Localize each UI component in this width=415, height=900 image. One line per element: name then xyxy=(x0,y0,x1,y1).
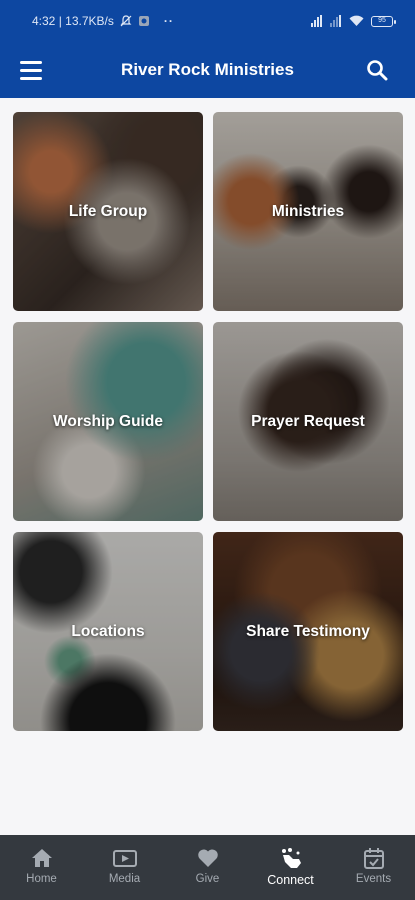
nav-label: Events xyxy=(355,873,392,885)
notification-icon xyxy=(138,15,150,27)
tile-label: Ministries xyxy=(271,202,345,220)
tile-prayer-request[interactable]: Prayer Request xyxy=(213,322,403,521)
tile-label: Life Group xyxy=(68,202,148,220)
signal-icon xyxy=(311,15,322,27)
overflow-dots: ·· xyxy=(163,14,174,28)
bottom-nav: Home Media Give Connect Events xyxy=(0,835,415,900)
status-time: 4:32 | 13.7KB/s xyxy=(32,14,114,28)
menu-icon[interactable] xyxy=(20,57,46,83)
connect-icon xyxy=(279,847,303,869)
status-bar: 4:32 | 13.7KB/s ·· 95 xyxy=(0,0,415,42)
nav-label: Give xyxy=(195,873,220,885)
tile-label: Worship Guide xyxy=(53,412,163,430)
tile-label: Locations xyxy=(71,622,145,640)
nav-events[interactable]: Events xyxy=(332,835,415,900)
tile-label: Share Testimony xyxy=(246,622,370,640)
nav-connect[interactable]: Connect xyxy=(249,835,332,900)
battery-icon: 95 xyxy=(371,15,396,27)
home-icon xyxy=(30,847,54,869)
tile-locations[interactable]: Locations xyxy=(13,532,203,731)
search-icon[interactable] xyxy=(365,58,389,82)
connect-grid: Life Group Ministries Worship Guide Pray… xyxy=(13,112,403,731)
nav-media[interactable]: Media xyxy=(83,835,166,900)
nav-label: Media xyxy=(108,873,141,885)
wifi-icon xyxy=(349,15,364,27)
tile-label: Prayer Request xyxy=(251,412,365,430)
nav-home[interactable]: Home xyxy=(0,835,83,900)
tile-worship-guide[interactable]: Worship Guide xyxy=(13,322,203,521)
mute-icon xyxy=(120,15,132,27)
tile-life-group[interactable]: Life Group xyxy=(13,112,203,311)
calendar-icon xyxy=(362,847,386,869)
page-title: River Rock Ministries xyxy=(121,60,294,79)
heart-icon xyxy=(196,847,220,869)
nav-give[interactable]: Give xyxy=(166,835,249,900)
signal-icon-2 xyxy=(330,15,341,27)
tile-ministries[interactable]: Ministries xyxy=(213,112,403,311)
app-bar: River Rock Ministries xyxy=(0,42,415,98)
tile-share-testimony[interactable]: Share Testimony xyxy=(213,532,403,731)
nav-label: Connect xyxy=(267,873,314,887)
video-icon xyxy=(112,847,137,869)
nav-label: Home xyxy=(26,873,57,885)
